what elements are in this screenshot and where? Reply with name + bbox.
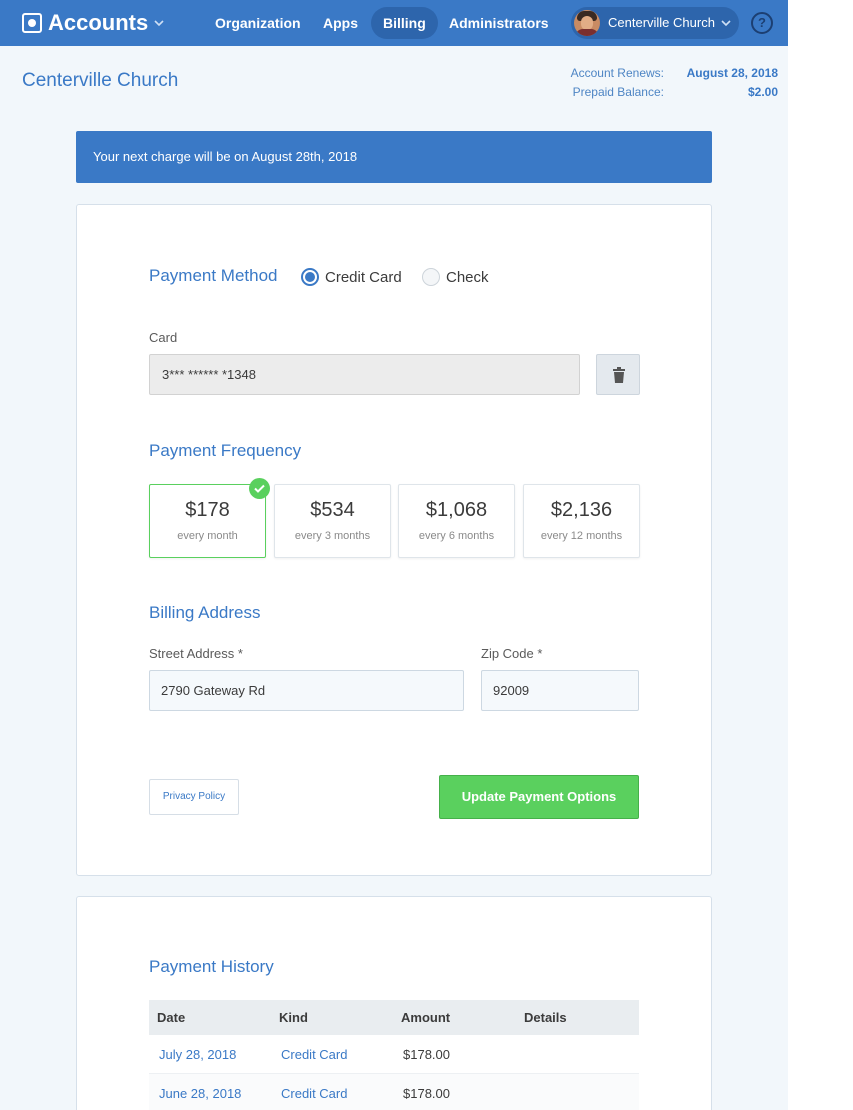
nav-administrators[interactable]: Administrators — [437, 7, 561, 39]
row-date[interactable]: June 28, 2018 — [159, 1074, 241, 1110]
row-amount: $178.00 — [403, 1086, 450, 1101]
row-kind[interactable]: Credit Card — [281, 1074, 347, 1110]
check-radio[interactable]: Check — [422, 266, 489, 288]
frequency-12-months[interactable]: $2,136 every 12 months — [523, 484, 640, 558]
avatar — [574, 10, 600, 36]
column-details: Details — [524, 1010, 567, 1025]
frequency-amount: $1,068 — [425, 499, 488, 521]
frequency-amount: $178 — [185, 499, 230, 521]
credit-card-radio-label: Credit Card — [325, 268, 402, 286]
accounts-app: Accounts Organization Apps Billing Admin… — [0, 0, 788, 1110]
top-navigation: Accounts Organization Apps Billing Admin… — [0, 0, 788, 46]
column-amount: Amount — [401, 1010, 451, 1025]
page-header: Centerville Church Account Renews: Augus… — [0, 46, 788, 114]
brand-name: Accounts — [48, 10, 149, 35]
frequency-period: every month — [177, 530, 238, 542]
nav-organization[interactable]: Organization — [203, 7, 313, 39]
payment-history-card: Payment History Date Kind Amount Details… — [76, 896, 712, 1110]
radio-selected-icon — [301, 268, 319, 286]
street-address-label: Street Address * — [149, 646, 243, 661]
card-label: Card — [149, 330, 178, 345]
card-number-field: 3*** ****** *1348 — [149, 354, 580, 395]
checkmark-icon — [249, 478, 270, 499]
frequency-amount: $534 — [310, 499, 355, 521]
billing-address-title: Billing Address — [149, 603, 261, 622]
organization-switcher[interactable]: Centerville Church — [571, 7, 739, 39]
row-amount: $178.00 — [403, 1047, 450, 1062]
accounts-logo-icon — [22, 13, 42, 33]
frequency-period: every 6 months — [418, 530, 495, 542]
row-kind[interactable]: Credit Card — [281, 1035, 347, 1074]
nav-billing[interactable]: Billing — [371, 7, 438, 39]
radio-unselected-icon — [422, 268, 440, 286]
table-row: July 28, 2018 Credit Card $178.00 — [149, 1035, 639, 1074]
column-date: Date — [157, 1010, 186, 1025]
street-address-input[interactable]: 2790 Gateway Rd — [149, 670, 464, 711]
brand-menu[interactable]: Accounts — [22, 9, 164, 37]
payment-history-title: Payment History — [149, 957, 274, 976]
chevron-down-icon — [154, 20, 164, 27]
privacy-policy-button[interactable]: Privacy Policy — [149, 779, 239, 815]
column-kind: Kind — [279, 1010, 308, 1025]
zip-code-input[interactable]: 92009 — [481, 670, 639, 711]
frequency-period: every 12 months — [540, 530, 623, 542]
page-title: Centerville Church — [22, 70, 179, 91]
table-row: June 28, 2018 Credit Card $178.00 — [149, 1074, 639, 1110]
frequency-period: every 3 months — [294, 530, 371, 542]
next-charge-banner: Your next charge will be on August 28th,… — [76, 131, 712, 183]
frequency-6-months[interactable]: $1,068 every 6 months — [398, 484, 515, 558]
delete-card-button[interactable] — [596, 354, 640, 395]
credit-card-radio[interactable]: Credit Card — [301, 266, 402, 288]
row-date[interactable]: July 28, 2018 — [159, 1035, 236, 1074]
chevron-down-icon — [721, 20, 731, 27]
payment-method-title: Payment Method — [149, 266, 278, 285]
renews-value: August 28, 2018 — [686, 66, 778, 80]
balance-label: Prepaid Balance: — [572, 85, 664, 99]
balance-value: $2.00 — [747, 85, 778, 99]
frequency-3-months[interactable]: $534 every 3 months — [274, 484, 391, 558]
frequency-amount: $2,136 — [550, 499, 613, 521]
zip-code-label: Zip Code * — [481, 646, 543, 661]
payment-options-card: Payment Method Credit Card Check Card 3*… — [76, 204, 712, 876]
help-icon[interactable]: ? — [751, 12, 773, 34]
payment-frequency-title: Payment Frequency — [149, 441, 302, 460]
table-header: Date Kind Amount Details — [149, 1000, 639, 1035]
update-payment-options-button[interactable]: Update Payment Options — [439, 775, 639, 819]
organization-switcher-label: Centerville Church — [608, 15, 715, 30]
check-radio-label: Check — [446, 268, 489, 286]
frequency-monthly[interactable]: $178 every month — [149, 484, 266, 558]
renews-label: Account Renews: — [570, 66, 664, 80]
nav-apps[interactable]: Apps — [311, 7, 370, 39]
trash-icon — [613, 367, 625, 383]
